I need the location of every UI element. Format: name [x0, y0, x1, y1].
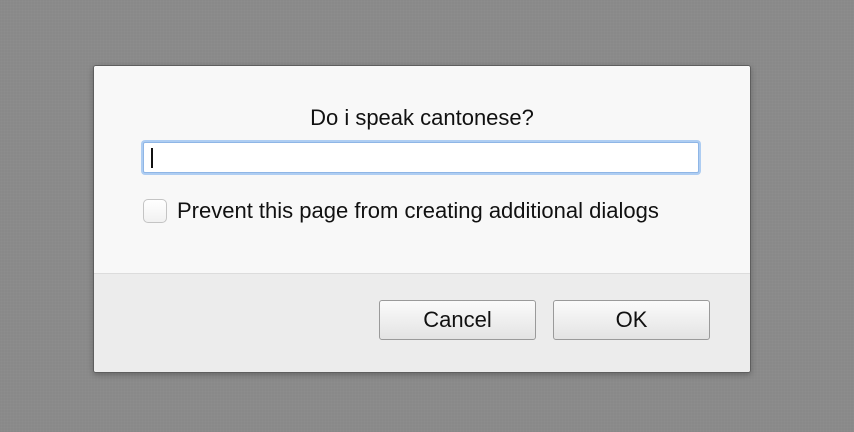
cancel-button[interactable]: Cancel: [379, 300, 536, 340]
prompt-dialog: Do i speak cantonese? Prevent this page …: [93, 65, 751, 373]
prevent-dialogs-checkbox[interactable]: [143, 199, 167, 223]
prompt-input[interactable]: [143, 142, 699, 173]
prevent-dialogs-option[interactable]: Prevent this page from creating addition…: [143, 197, 659, 225]
dialog-message: Do i speak cantonese?: [310, 105, 534, 130]
dialog-body: Do i speak cantonese? Prevent this page …: [94, 66, 750, 274]
prevent-dialogs-label[interactable]: Prevent this page from creating addition…: [177, 198, 659, 224]
ok-button[interactable]: OK: [553, 300, 710, 340]
dialog-footer: Cancel OK: [94, 273, 750, 372]
text-caret: [151, 148, 153, 168]
